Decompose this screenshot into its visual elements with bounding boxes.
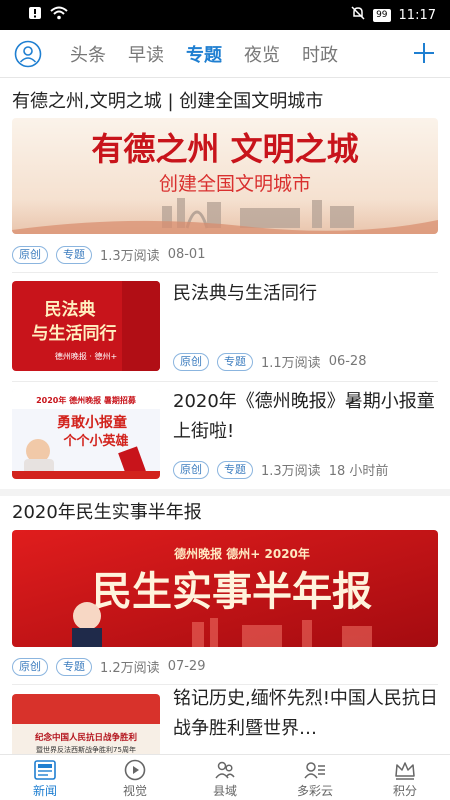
item-title: 有德之州,文明之城 | 创建全国文明城市 [12, 91, 324, 112]
mute-icon [351, 6, 365, 24]
feed-item-minsheng[interactable]: 2020年民生实事半年报 德州晚报 德州+ 2020年 民生实事半年报 原创 专… [0, 496, 450, 692]
svg-text:2020年 德州晚报 暑期招募: 2020年 德州晚报 暑期招募 [36, 395, 137, 405]
add-channel-icon[interactable] [410, 39, 438, 67]
tag-topic: 专题 [56, 657, 92, 676]
svg-text:纪念中国人民抗日战争胜利: 纪念中国人民抗日战争胜利 [35, 732, 137, 743]
svg-text:民生实事半年报: 民生实事半年报 [92, 568, 372, 615]
svg-text:暨世界反法西斯战争胜利75周年: 暨世界反法西斯战争胜利75周年 [36, 745, 136, 754]
item-meta: 原创 专题 1.2万阅读 07-29 [12, 657, 205, 676]
notification-icon [28, 6, 42, 24]
item-title: 铭记历史,缅怀先烈!中国人民抗日战争胜利暨世界… [173, 688, 438, 739]
bottom-nav-cloud[interactable]: 多彩云 [270, 755, 360, 800]
item-title: 2020年民生实事半年报 [12, 502, 202, 523]
svg-text:创建全国文明城市: 创建全国文明城市 [159, 173, 311, 195]
top-nav: 头条 早读 专题 夜览 时政 [0, 30, 450, 78]
read-count: 1.3万阅读 [261, 464, 321, 479]
tag-original: 原创 [12, 657, 48, 676]
tab-yelan[interactable]: 夜览 [244, 41, 280, 67]
item-title: 2020年《德州晚报》暑期小报童上街啦! [173, 391, 435, 442]
tab-zaodu[interactable]: 早读 [128, 41, 164, 67]
news-icon [34, 760, 56, 780]
crown-icon [395, 762, 415, 780]
feed-item-minfadian[interactable]: 民法典 与生活同行 德州晚报 · 德州+ 民法典与生活同行 原创 专题 1.1万… [0, 273, 450, 381]
feed: 有德之州,文明之城 | 创建全国文明城市 有德之州 文明之城 创建全国文明城市 [0, 79, 450, 754]
thumbnail-image: 2020年 德州晚报 暑期招募 勇敢小报童 个个小英雄 [12, 389, 160, 479]
svg-text:民法典: 民法典 [45, 299, 96, 320]
play-icon [124, 759, 146, 781]
tag-original: 原创 [173, 352, 209, 371]
tab-toutiao[interactable]: 头条 [70, 41, 106, 67]
bottom-nav-label: 新闻 [32, 784, 57, 798]
feed-item-wenming[interactable]: 有德之州,文明之城 | 创建全国文明城市 有德之州 文明之城 创建全国文明城市 [0, 79, 450, 265]
publish-date: 18 小时前 [328, 464, 389, 479]
item-meta: 原创 专题 1.3万阅读 08-01 [12, 245, 205, 264]
bottom-nav-points[interactable]: 积分 [360, 755, 450, 800]
battery-icon: 99 [373, 8, 391, 22]
status-time: 11:17 [398, 7, 436, 23]
tab-zhuanti[interactable]: 专题 [186, 41, 222, 67]
svg-text:与生活同行: 与生活同行 [32, 323, 117, 344]
publish-date: 07-29 [167, 659, 206, 674]
bottom-nav: 新闻 视觉 县域 多彩云 积分 [0, 754, 450, 800]
tag-topic: 专题 [217, 352, 253, 371]
user-avatar-icon[interactable] [14, 40, 42, 68]
bottom-nav-news[interactable]: 新闻 [0, 755, 90, 800]
thumbnail-image: 纪念中国人民抗日战争胜利 暨世界反法西斯战争胜利75周年 [12, 694, 160, 754]
feed-item-kangzhan[interactable]: 纪念中国人民抗日战争胜利 暨世界反法西斯战争胜利75周年 铭记历史,缅怀先烈!中… [0, 686, 450, 754]
item-meta: 原创 专题 1.3万阅读 18 小时前 [173, 460, 388, 479]
read-count: 1.2万阅读 [100, 661, 160, 676]
status-bar: 99 11:17 [0, 0, 450, 30]
svg-text:个个小英雄: 个个小英雄 [62, 433, 128, 449]
svg-text:勇敢小报童: 勇敢小报童 [57, 414, 127, 431]
svg-text:德州晚报 德州+ 2020年: 德州晚报 德州+ 2020年 [174, 546, 310, 561]
read-count: 1.3万阅读 [100, 249, 160, 264]
item-title: 民法典与生活同行 [173, 283, 317, 304]
cloud-icon [304, 762, 325, 779]
tag-original: 原创 [173, 460, 209, 479]
feed-item-xiaobaotong[interactable]: 2020年 德州晚报 暑期招募 勇敢小报童 个个小英雄 2020年《德州晚报》暑… [0, 381, 450, 489]
banner-image: 有德之州 文明之城 创建全国文明城市 [12, 118, 438, 234]
svg-text:有德之州 文明之城: 有德之州 文明之城 [91, 130, 358, 168]
bottom-nav-video[interactable]: 视觉 [90, 755, 180, 800]
tag-original: 原创 [12, 245, 48, 264]
publish-date: 08-01 [167, 247, 206, 262]
channel-tabs: 头条 早读 专题 夜览 时政 [70, 30, 338, 78]
tag-topic: 专题 [56, 245, 92, 264]
bottom-nav-label: 视觉 [122, 784, 147, 798]
item-meta: 原创 专题 1.1万阅读 06-28 [173, 352, 366, 371]
read-count: 1.1万阅读 [261, 356, 321, 371]
people-icon [215, 761, 235, 779]
section-divider [0, 489, 450, 496]
bottom-nav-county[interactable]: 县域 [180, 755, 270, 800]
tab-shizheng[interactable]: 时政 [302, 41, 338, 67]
wifi-icon [50, 6, 68, 24]
banner-image: 德州晚报 德州+ 2020年 民生实事半年报 [12, 530, 438, 647]
thumbnail-image: 民法典 与生活同行 德州晚报 · 德州+ [12, 281, 160, 371]
bottom-nav-label: 县域 [212, 784, 237, 798]
bottom-nav-label: 多彩云 [296, 784, 333, 798]
tag-topic: 专题 [217, 460, 253, 479]
publish-date: 06-28 [328, 354, 367, 369]
bottom-nav-label: 积分 [392, 784, 417, 798]
svg-text:德州晚报 · 德州+: 德州晚报 · 德州+ [55, 351, 117, 361]
